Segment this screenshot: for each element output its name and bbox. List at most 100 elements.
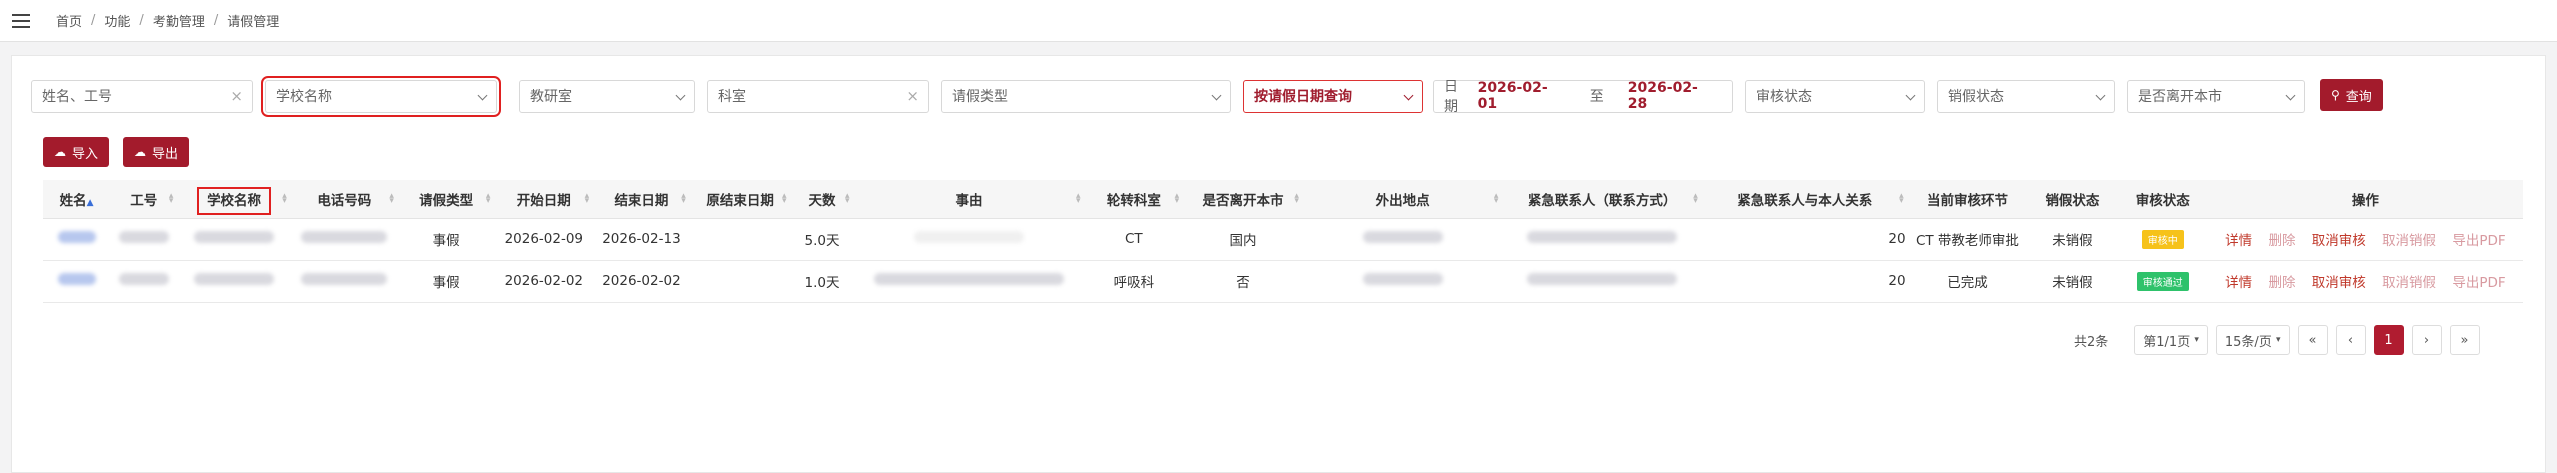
table-row: 事假 2026-02-09 2026-02-13 5.0天 CT 国内 20 C… xyxy=(43,218,2523,261)
breadcrumb-home[interactable]: 首页 xyxy=(56,11,82,30)
cell-phone xyxy=(290,260,398,303)
cancel-leave-link[interactable]: 取消销假 xyxy=(2382,233,2436,249)
export-pdf-link[interactable]: 导出PDF xyxy=(2452,233,2505,249)
breadcrumb-attendance[interactable]: 考勤管理 xyxy=(153,11,205,30)
sort-icon: ▴ ▾ xyxy=(389,191,394,206)
cell-ops: 详情 删除 取消审核 取消销假 导出PDF xyxy=(2207,260,2523,303)
cell-place xyxy=(1302,218,1503,261)
col-type[interactable]: 请假类型 ▴ ▾ xyxy=(397,180,495,219)
cell-reason xyxy=(853,218,1085,261)
export-button[interactable]: ☁ 导出 xyxy=(123,137,190,167)
cancel-audit-link[interactable]: 取消审核 xyxy=(2312,233,2366,249)
col-name-label: 姓名 xyxy=(59,192,87,209)
delete-link[interactable]: 删除 xyxy=(2268,233,2295,249)
cancel-status-placeholder: 销假状态 xyxy=(1948,89,2004,105)
col-audit-label: 审核状态 xyxy=(2135,192,2190,209)
page-select-value: 第1/1页 xyxy=(2143,334,2191,350)
clear-icon[interactable]: × xyxy=(230,87,243,105)
current-page-button[interactable]: 1 xyxy=(2373,325,2404,355)
col-place[interactable]: 外出地点 ▴ ▾ xyxy=(1302,180,1503,219)
col-ops: 操作 xyxy=(2207,180,2523,219)
cell-place xyxy=(1302,260,1503,303)
cloud-upload-icon: ☁ xyxy=(54,145,66,159)
col-dept[interactable]: 轮转科室 ▴ ▾ xyxy=(1084,180,1184,219)
col-orig-end[interactable]: 原结束日期 ▴ ▾ xyxy=(689,180,791,219)
cell-phone xyxy=(290,218,398,261)
clear-icon[interactable]: × xyxy=(906,87,919,105)
col-leave-city[interactable]: 是否离开本市 ▴ ▾ xyxy=(1183,180,1303,219)
cell-days: 5.0天 xyxy=(790,218,854,261)
room-input[interactable]: 科室 × xyxy=(707,79,929,113)
cell-contact xyxy=(1502,260,1702,303)
col-type-label: 请假类型 xyxy=(419,192,474,209)
col-start[interactable]: 开始日期 ▴ ▾ xyxy=(494,180,594,219)
col-relation-label: 紧急联系人与本人关系 xyxy=(1737,192,1873,209)
query-button[interactable]: ⚲ 查询 xyxy=(2320,79,2383,111)
chevron-down-icon xyxy=(1403,90,1414,100)
cell-stage: CT 带教老师审批 xyxy=(1907,218,2028,261)
prev-page-button[interactable]: ‹ xyxy=(2335,325,2366,355)
cell-cancel: 未销假 xyxy=(2027,218,2118,261)
delete-link[interactable]: 删除 xyxy=(2268,275,2295,291)
leave-city-select[interactable]: 是否离开本市 xyxy=(2127,79,2305,113)
col-phone[interactable]: 电话号码 ▴ ▾ xyxy=(290,180,398,219)
col-contact[interactable]: 紧急联系人（联系方式） ▴ ▾ xyxy=(1502,180,1702,219)
menu-icon[interactable] xyxy=(12,13,30,28)
export-pdf-link[interactable]: 导出PDF xyxy=(2452,275,2505,291)
sort-icon: ▴ ▾ xyxy=(1294,191,1299,206)
col-id[interactable]: 工号 ▴ ▾ xyxy=(110,180,178,219)
query-mode-value: 按请假日期查询 xyxy=(1254,89,1352,105)
col-name[interactable]: 姓名▲ xyxy=(43,180,111,219)
cell-type: 事假 xyxy=(397,260,495,303)
cell-start: 2026-02-02 xyxy=(494,260,594,303)
date-to-label: 至 xyxy=(1589,89,1604,105)
col-school[interactable]: 学校名称 ▴ ▾ xyxy=(177,180,291,219)
col-reason[interactable]: 事由 ▴ ▾ xyxy=(853,180,1085,219)
cell-name[interactable] xyxy=(43,260,111,303)
col-end[interactable]: 结束日期 ▴ ▾ xyxy=(593,180,690,219)
date-end[interactable]: 2026-02-28 xyxy=(1628,80,1716,112)
col-cancel[interactable]: 销假状态 xyxy=(2027,180,2118,219)
cell-name[interactable] xyxy=(43,218,111,261)
cell-start: 2026-02-09 xyxy=(494,218,594,261)
col-stage[interactable]: 当前审核环节 xyxy=(1907,180,2028,219)
cell-relation: 20 xyxy=(1701,218,1908,261)
leave-table: 姓名▲ 工号 ▴ ▾ 学校名称 ▴ ▾ 电话号码 ▴ ▾ 请假类型 ▴ ▾ 开始日期 ▴ ▾ 结束日… xyxy=(43,180,2523,303)
name-search-input[interactable]: 姓名、工号 × xyxy=(31,79,253,113)
leave-type-select[interactable]: 请假类型 xyxy=(941,79,1231,113)
detail-link[interactable]: 详情 xyxy=(2225,275,2252,291)
page-size-select[interactable]: 15条/页 ▾ xyxy=(2215,325,2290,355)
date-start[interactable]: 2026-02-01 xyxy=(1478,80,1566,112)
cancel-audit-link[interactable]: 取消审核 xyxy=(2312,275,2366,291)
audit-status-select[interactable]: 审核状态 xyxy=(1745,79,1925,113)
detail-link[interactable]: 详情 xyxy=(2225,233,2252,249)
cancel-status-select[interactable]: 销假状态 xyxy=(1937,79,2115,113)
table-row: 事假 2026-02-02 2026-02-02 1.0天 呼吸科 否 20 已… xyxy=(43,260,2523,303)
breadcrumb-function[interactable]: 功能 xyxy=(104,11,130,30)
cancel-leave-link[interactable]: 取消销假 xyxy=(2382,275,2436,291)
chevron-down-icon xyxy=(1211,90,1222,100)
top-bar: 首页 / 功能 / 考勤管理 / 请假管理 xyxy=(0,0,2557,42)
first-page-button[interactable]: « xyxy=(2297,325,2328,355)
col-relation[interactable]: 紧急联系人与本人关系 ▴ ▾ xyxy=(1701,180,1908,219)
date-range-input[interactable]: 日期 2026-02-01 至 2026-02-28 xyxy=(1433,79,1733,115)
query-button-label: 查询 xyxy=(2345,89,2372,105)
cell-cancel: 未销假 xyxy=(2027,260,2118,303)
last-page-button[interactable]: » xyxy=(2449,325,2480,355)
import-button[interactable]: ☁ 导入 xyxy=(43,137,110,167)
query-mode-select[interactable]: 按请假日期查询 xyxy=(1243,79,1423,113)
toolbar: ☁ 导入 ☁ 导出 xyxy=(43,137,190,167)
col-orig-end-label: 原结束日期 xyxy=(706,192,774,209)
next-page-button[interactable]: › xyxy=(2411,325,2442,355)
col-days[interactable]: 天数 ▴ ▾ xyxy=(790,180,854,219)
dept-select[interactable]: 教研室 xyxy=(519,79,695,113)
chevron-down-icon: ▾ xyxy=(2194,335,2199,345)
school-select[interactable]: 学校名称 xyxy=(261,75,501,117)
page-select[interactable]: 第1/1页 ▾ xyxy=(2134,325,2208,355)
sort-icon: ▴ ▾ xyxy=(1693,191,1698,206)
sort-icon: ▴ ▾ xyxy=(1075,191,1081,206)
leave-type-placeholder: 请假类型 xyxy=(952,89,1008,105)
cell-audit: 审核通过 xyxy=(2117,260,2208,303)
filter-bar: 姓名、工号 × 学校名称 教研室 科室 × 请假类型 按请假日期查询 日期 2026-… xyxy=(31,75,2317,117)
col-audit[interactable]: 审核状态 xyxy=(2117,180,2208,219)
